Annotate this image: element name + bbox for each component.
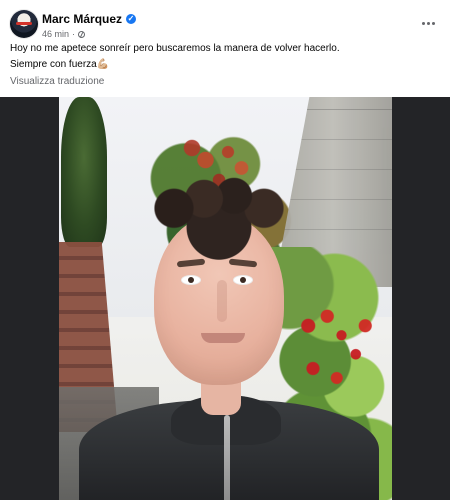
caption-line-1: Hoy no me apetece sonreír pero buscaremo… bbox=[10, 43, 340, 54]
post-caption: Hoy no me apetece sonreír pero buscaremo… bbox=[10, 41, 430, 73]
see-translation-link[interactable]: Visualizza traduzione bbox=[10, 76, 104, 87]
more-options-icon bbox=[421, 21, 435, 25]
author-row: Marc Márquez ✓ bbox=[42, 11, 137, 27]
photo-right-eye bbox=[233, 275, 253, 285]
meta-separator: · bbox=[72, 29, 76, 39]
post-header: Marc Márquez ✓ 46 min · bbox=[10, 8, 440, 40]
audience-icon[interactable] bbox=[78, 30, 86, 38]
photo-nose bbox=[217, 280, 227, 322]
post-photo[interactable] bbox=[59, 97, 392, 500]
author-name[interactable]: Marc Márquez bbox=[42, 12, 122, 26]
caption-line-2: Siempre con fuerza💪🏼 bbox=[10, 59, 110, 70]
photo-left-background bbox=[0, 97, 59, 500]
verified-badge-icon: ✓ bbox=[126, 14, 137, 24]
author-avatar[interactable] bbox=[10, 10, 38, 38]
post-meta: 46 min · bbox=[42, 28, 86, 40]
photo-hair bbox=[144, 175, 294, 270]
photo-left-eye bbox=[181, 275, 201, 285]
post-photo-container[interactable] bbox=[0, 97, 450, 500]
photo-mouth bbox=[201, 333, 245, 343]
photo-zipper bbox=[224, 415, 230, 500]
photo-person bbox=[59, 175, 392, 500]
photo-right-background bbox=[392, 97, 450, 500]
facebook-post: Marc Márquez ✓ 46 min · Hoy no me apetec… bbox=[0, 0, 450, 500]
post-time[interactable]: 46 min bbox=[42, 29, 69, 39]
more-options-button[interactable] bbox=[419, 14, 437, 32]
